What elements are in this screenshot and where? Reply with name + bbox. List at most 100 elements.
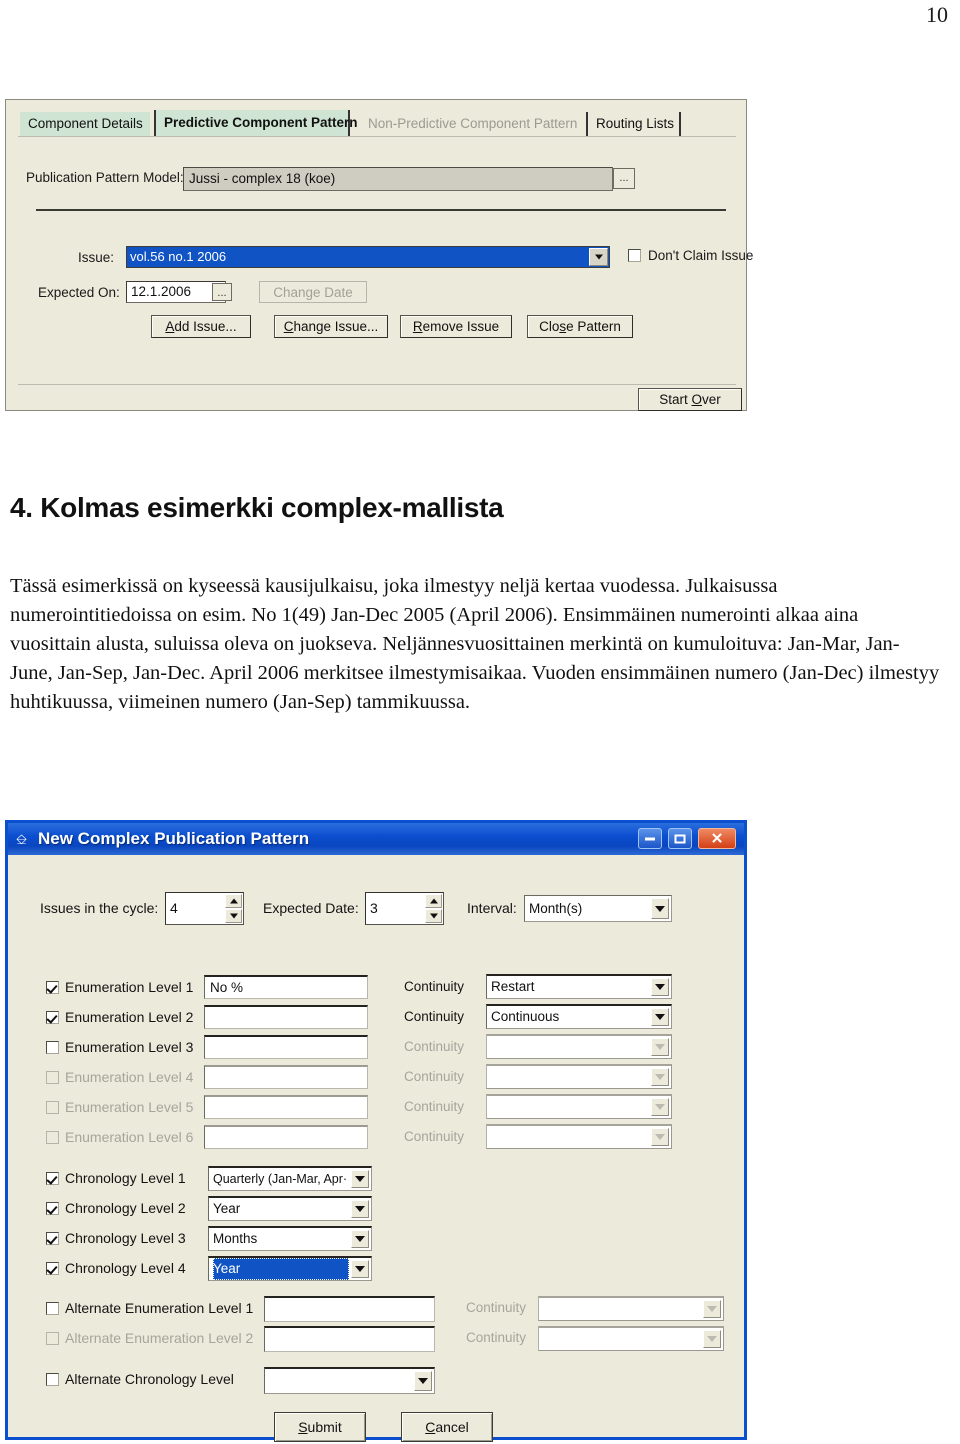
change-issue-button[interactable]: Change Issue...	[274, 315, 388, 338]
alternate-chronology-level-value	[269, 1369, 412, 1393]
remove-issue-button[interactable]: Remove Issue	[400, 315, 512, 338]
chevron-down-icon[interactable]	[351, 1260, 369, 1278]
spin-down-icon[interactable]	[425, 909, 442, 923]
chevron-down-icon	[703, 1300, 721, 1318]
chronology-level-2-label: Chronology Level 2	[65, 1200, 186, 1216]
chronology-level-1-combobox[interactable]: Quarterly (Jan-Mar, Apr·	[208, 1166, 372, 1191]
chevron-down-icon	[651, 1038, 669, 1056]
enumeration-level-6-continuity-value	[491, 1126, 649, 1148]
alternate-chronology-level-checkbox[interactable]	[46, 1373, 59, 1386]
close-button[interactable]: ✕	[698, 828, 736, 849]
chevron-down-icon[interactable]	[351, 1170, 369, 1188]
dont-claim-issue-label: Don't Claim Issue	[648, 248, 754, 263]
chevron-down-icon[interactable]	[414, 1371, 432, 1391]
chronology-level-1-checkbox[interactable]	[46, 1172, 59, 1185]
alternate-enumeration-level-1-continuity-label: Continuity	[466, 1300, 527, 1315]
chevron-down-icon	[651, 1098, 669, 1116]
chevron-down-icon[interactable]	[351, 1230, 369, 1248]
maximize-button[interactable]	[668, 828, 692, 849]
chronology-level-3-value: Months	[213, 1231, 258, 1246]
chronology-level-4-value: Year	[213, 1258, 349, 1280]
interval-combobox[interactable]: Month(s)	[524, 895, 672, 922]
dialog-title: New Complex Publication Pattern	[38, 829, 310, 848]
alternate-enumeration-level-1-continuity-combobox	[538, 1296, 724, 1321]
alternate-enumeration-level-1-checkbox[interactable]	[46, 1302, 59, 1315]
enumeration-level-2-input[interactable]	[204, 1005, 368, 1029]
enumeration-level-3-continuity-combobox	[486, 1034, 672, 1059]
publication-pattern-model-label: Publication Pattern Model:	[26, 170, 184, 185]
enumeration-level-3-input[interactable]	[204, 1035, 368, 1059]
enumeration-level-3-continuity-value	[491, 1036, 649, 1058]
tab-content-pane: Publication Pattern Model: Jussi - compl…	[18, 136, 753, 374]
tab-routing-lists[interactable]: Routing Lists	[586, 112, 681, 136]
new-complex-publication-pattern-dialog: ⎒ New Complex Publication Pattern ✕ Issu…	[5, 820, 747, 1442]
dialog-body: Issues in the cycle: 4 Expected Date: 3 …	[8, 855, 744, 1442]
alternate-enumeration-level-2-continuity-value	[543, 1328, 701, 1350]
issues-in-cycle-label: Issues in the cycle:	[40, 900, 159, 916]
issues-in-cycle-value: 4	[170, 900, 178, 916]
expected-on-browse-button[interactable]: ...	[212, 283, 232, 301]
chevron-down-icon[interactable]	[651, 1008, 669, 1026]
dialog-title-bar[interactable]: ⎒ New Complex Publication Pattern ✕	[8, 823, 744, 855]
dont-claim-issue-checkbox[interactable]	[628, 249, 641, 262]
issues-in-cycle-stepper[interactable]: 4	[165, 892, 244, 925]
chronology-level-2-value: Year	[213, 1201, 241, 1216]
chronology-level-2-combobox[interactable]: Year	[208, 1196, 372, 1221]
expected-on-input[interactable]: 12.1.2006	[126, 281, 226, 303]
spin-down-icon[interactable]	[225, 909, 242, 923]
spin-up-icon[interactable]	[425, 894, 442, 908]
chevron-down-icon[interactable]	[351, 1200, 369, 1218]
enumeration-level-4-continuity-combobox	[486, 1064, 672, 1089]
alternate-enumeration-level-2-continuity-label: Continuity	[466, 1330, 527, 1345]
start-over-button[interactable]: Start Over	[638, 388, 742, 411]
enumeration-level-2-continuity-combobox[interactable]: Continuous	[486, 1004, 672, 1029]
chevron-down-icon[interactable]	[589, 248, 608, 266]
enumeration-level-1-continuity-combobox[interactable]: Restart	[486, 974, 672, 999]
enumeration-level-5-continuity-label: Continuity	[404, 1099, 465, 1114]
expected-date-stepper[interactable]: 3	[365, 892, 444, 925]
chevron-down-icon[interactable]	[651, 898, 669, 919]
chronology-level-4-combobox[interactable]: Year	[208, 1256, 372, 1281]
enumeration-level-1-input[interactable]: No %	[204, 975, 368, 999]
publication-pattern-model-browse-button[interactable]: ...	[613, 168, 635, 189]
section-body-text: Tässä esimerkissä on kyseessä kausijulka…	[10, 575, 940, 713]
alternate-chronology-level-combobox[interactable]	[264, 1367, 435, 1394]
enumeration-level-1-checkbox[interactable]	[46, 981, 59, 994]
enumeration-level-5-label: Enumeration Level 5	[65, 1099, 194, 1115]
enumeration-level-2-label: Enumeration Level 2	[65, 1009, 194, 1025]
chronology-level-3-checkbox[interactable]	[46, 1232, 59, 1245]
enumeration-level-5-input	[204, 1095, 368, 1119]
chevron-down-icon[interactable]	[651, 978, 669, 996]
alternate-enumeration-level-1-input[interactable]	[264, 1296, 435, 1322]
chevron-down-icon	[651, 1128, 669, 1146]
issue-combobox[interactable]: vol.56 no.1 2006	[126, 246, 610, 268]
tab-predictive-component-pattern[interactable]: Predictive Component Pattern	[154, 110, 358, 136]
cancel-button[interactable]: Cancel	[401, 1412, 493, 1442]
close-pattern-button[interactable]: Close Pattern	[527, 315, 633, 338]
issue-combobox-value: vol.56 no.1 2006	[130, 249, 227, 264]
enumeration-level-3-checkbox[interactable]	[46, 1041, 59, 1054]
issue-label: Issue:	[78, 250, 115, 265]
tab-strip: Component Details Predictive Component P…	[6, 110, 748, 136]
enumeration-level-5-continuity-value	[491, 1096, 649, 1118]
enumeration-level-2-checkbox[interactable]	[46, 1011, 59, 1024]
section-heading: 4. Kolmas esimerkki complex-mallista	[10, 492, 504, 523]
alternate-enumeration-level-2-input	[264, 1326, 435, 1352]
enumeration-level-3-continuity-label: Continuity	[404, 1039, 465, 1054]
enumeration-level-3-label: Enumeration Level 3	[65, 1039, 194, 1055]
chronology-level-1-label: Chronology Level 1	[65, 1170, 186, 1186]
enumeration-level-6-continuity-label: Continuity	[404, 1129, 465, 1144]
expected-on-label: Expected On:	[38, 285, 120, 300]
spin-up-icon[interactable]	[225, 894, 242, 908]
chronology-level-4-checkbox[interactable]	[46, 1262, 59, 1275]
submit-button[interactable]: Submit	[274, 1412, 366, 1442]
tab-component-details[interactable]: Component Details	[20, 112, 150, 136]
section-divider	[36, 209, 726, 211]
publication-pattern-model-field[interactable]: Jussi - complex 18 (koe)	[183, 167, 613, 191]
minimize-button[interactable]	[638, 828, 662, 849]
add-issue-button[interactable]: Add Issue...	[151, 315, 251, 338]
chevron-down-icon	[703, 1330, 721, 1348]
chronology-level-2-checkbox[interactable]	[46, 1202, 59, 1215]
enumeration-level-5-checkbox	[46, 1101, 59, 1114]
chronology-level-3-combobox[interactable]: Months	[208, 1226, 372, 1251]
